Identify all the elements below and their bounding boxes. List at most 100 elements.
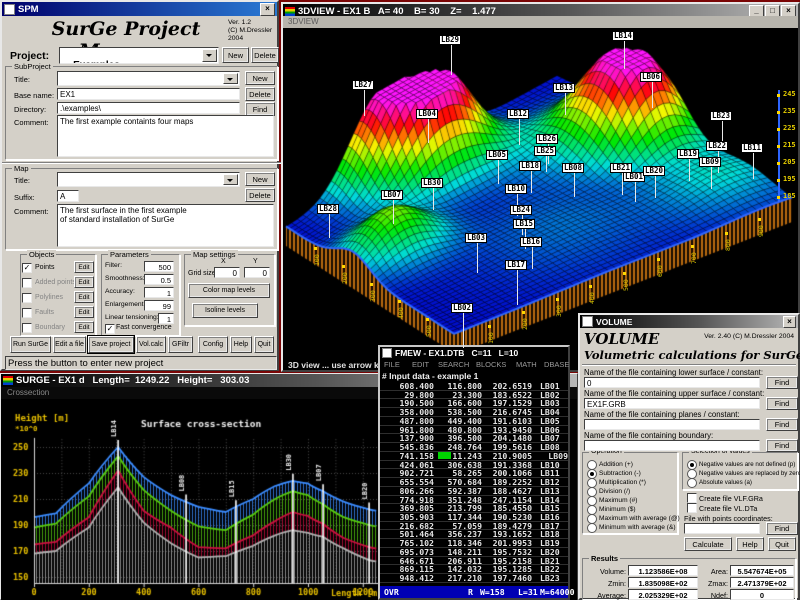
chevron-down-icon[interactable] xyxy=(223,73,238,84)
volume-field[interactable] xyxy=(584,419,760,430)
point-label: LB23 xyxy=(710,111,732,121)
fmew-menu-search[interactable]: SEARCH xyxy=(438,359,469,370)
chevron-down-icon[interactable] xyxy=(223,174,238,185)
fmew-header-line: # Input data - example 1 xyxy=(382,371,478,381)
edit-button[interactable]: Edit xyxy=(74,306,94,318)
base-name-field[interactable]: EX1 xyxy=(57,88,240,100)
label-leader-line xyxy=(517,270,518,305)
fast-convergence-checkbox[interactable]: ✓ xyxy=(105,324,115,334)
close-icon[interactable]: × xyxy=(783,316,796,328)
edit-button[interactable]: Edit xyxy=(74,276,94,288)
close-icon[interactable]: × xyxy=(260,3,275,16)
fmew-statusbar: OVRRW=158L=31M=64000 xyxy=(380,586,568,598)
parameter-field[interactable]: 1 xyxy=(144,287,174,298)
project-combo[interactable]: Examples xyxy=(59,47,219,64)
operation-radio[interactable] xyxy=(587,523,597,533)
spm-button-run-surge[interactable]: Run SurGe xyxy=(10,336,51,353)
object-checkbox[interactable] xyxy=(22,308,32,318)
z-axis-tick-label: 225 xyxy=(783,124,796,132)
fmew-menu-file[interactable]: FILE xyxy=(384,359,400,370)
volume-field[interactable] xyxy=(584,440,760,451)
create-file-label: Create file VLF.GRa xyxy=(699,494,763,503)
chevron-down-icon[interactable] xyxy=(202,49,217,62)
edit-button[interactable]: Edit xyxy=(74,291,94,303)
suffix-field[interactable]: A xyxy=(57,190,79,202)
volume-field[interactable]: 0 xyxy=(584,377,760,388)
desktop: { "spm": { "title": "SPM", "heading": "S… xyxy=(0,0,800,600)
object-checkbox[interactable] xyxy=(22,293,32,303)
menu-crossection[interactable]: Crossection xyxy=(7,388,49,397)
edit-button[interactable]: Edit xyxy=(74,321,94,333)
label-leader-line xyxy=(433,188,434,210)
find-button[interactable]: Find xyxy=(766,522,798,535)
calculate-button[interactable]: Calculate xyxy=(684,537,732,551)
map-delete-button[interactable]: Delete xyxy=(245,188,275,202)
volume-subheading: Volumetric calculations for SurGe surfac… xyxy=(584,348,800,362)
volume-titlebar[interactable]: VOLUME × xyxy=(580,315,798,328)
map-title-combo[interactable]: The first example map xyxy=(57,172,240,187)
spm-button-config[interactable]: Config xyxy=(198,336,228,353)
object-checkbox[interactable] xyxy=(22,323,32,333)
subproject-title-combo[interactable]: Example 1 xyxy=(57,71,240,86)
help-button[interactable]: Help xyxy=(736,537,764,551)
color-map-levels-button[interactable]: Color map levels xyxy=(188,283,270,298)
point-label: LB15 xyxy=(513,219,535,229)
spm-button-quit[interactable]: Quit xyxy=(254,336,274,353)
spm-titlebar[interactable]: SPM × xyxy=(2,2,277,16)
find-button[interactable]: Find xyxy=(766,397,798,410)
create-file-checkbox[interactable] xyxy=(687,503,697,513)
spm-button-gfiltr[interactable]: GFiltr xyxy=(168,336,193,353)
map-new-button[interactable]: New xyxy=(245,172,275,186)
volume-field[interactable]: EX1F.GRB xyxy=(584,398,760,409)
grid-y-field[interactable]: 0 xyxy=(244,267,270,278)
quit-button[interactable]: Quit xyxy=(768,537,796,551)
operation-label: Subtraction (-) xyxy=(599,470,641,477)
fmew-menu-edit[interactable]: EDIT xyxy=(412,359,429,370)
base-name-label: Base name: xyxy=(14,91,54,100)
table-row[interactable]: 948.412217.210197.7460LB23 xyxy=(380,574,568,583)
spm-button-save-project[interactable]: Save project xyxy=(88,336,134,353)
fmew-menu-dbase[interactable]: DBASE xyxy=(544,359,569,370)
x-axis-edge-tick: 100 xyxy=(487,332,495,344)
selection-radio[interactable] xyxy=(687,478,697,488)
spm-button-help[interactable]: Help xyxy=(230,336,252,353)
project-delete-button[interactable]: Delete xyxy=(251,47,279,63)
find-button[interactable]: Find xyxy=(766,418,798,431)
object-checkbox[interactable]: ✓ xyxy=(22,263,32,273)
z-axis-tick-dot xyxy=(777,179,780,182)
x-axis-edge-tick: 600 xyxy=(656,265,664,277)
create-file-checkbox[interactable] xyxy=(687,493,697,503)
edge-tick-dot xyxy=(398,300,401,303)
x-axis-edge-tick: 400 xyxy=(588,292,596,304)
fmew-menu-math[interactable]: MATH xyxy=(516,359,537,370)
grid-x-field[interactable]: 0 xyxy=(214,267,240,278)
point-label: LB13 xyxy=(553,83,575,93)
label-leader-line xyxy=(635,182,636,202)
map-comment[interactable]: The first surface in the first example o… xyxy=(57,204,274,247)
find-button[interactable]: Find xyxy=(245,102,275,116)
directory-field[interactable]: .\examples\ xyxy=(57,102,240,114)
spm-button-edit-a-file[interactable]: Edit a file xyxy=(53,336,86,353)
label-leader-line xyxy=(329,214,330,238)
point-label: LB04 xyxy=(416,109,438,119)
parameter-field[interactable]: 500 xyxy=(144,261,174,272)
parameter-field[interactable]: 0.5 xyxy=(144,274,174,285)
parameter-field[interactable]: 99 xyxy=(144,300,174,311)
edit-button[interactable]: Edit xyxy=(74,261,94,273)
project-new-button[interactable]: New xyxy=(222,47,249,63)
spm-button-vol-calc[interactable]: Vol.calc xyxy=(136,336,166,353)
fmew-titlebar[interactable]: FMEW - EX1.DTB C=11 L=10 xyxy=(380,347,568,359)
points-file-field[interactable] xyxy=(684,523,760,534)
subproject-comment[interactable]: The first example containts four maps xyxy=(57,115,274,157)
isoline-levels-button[interactable]: Isoline levels xyxy=(192,303,258,318)
find-button[interactable]: Find xyxy=(766,439,798,452)
suffix-label: Suffix: xyxy=(14,193,35,202)
fmew-table[interactable]: 608.400116.800202.6519LB0129.80023.30018… xyxy=(380,382,568,583)
parameter-field[interactable]: 1 xyxy=(158,313,174,324)
z-axis-tick-label: 245 xyxy=(783,90,796,98)
subproject-new-button[interactable]: New xyxy=(245,71,275,85)
find-button[interactable]: Find xyxy=(766,376,798,389)
object-checkbox[interactable] xyxy=(22,278,32,288)
subproject-delete-button[interactable]: Delete xyxy=(245,87,275,101)
fmew-menu-blocks[interactable]: BLOCKS xyxy=(476,359,506,370)
